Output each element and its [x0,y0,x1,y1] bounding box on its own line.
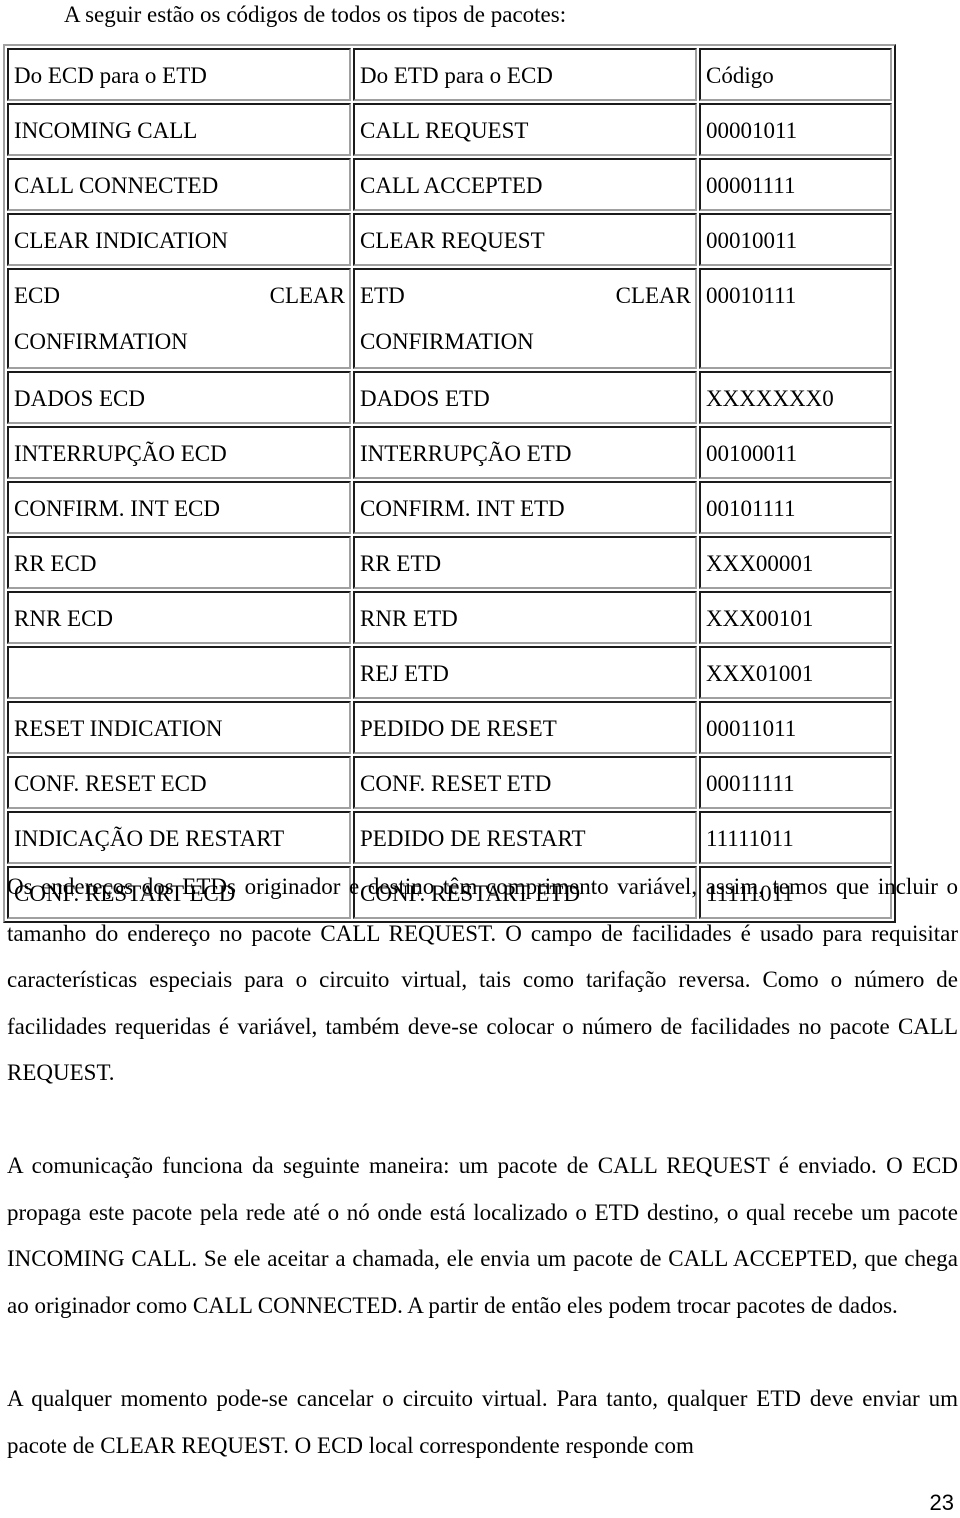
cell-etd-to-ecd: ETD CLEAR CONFIRMATION [353,268,697,369]
table-row: REJ ETD XXX01001 [7,646,892,699]
page-number: 23 [929,1490,954,1515]
table-row: INCOMING CALL CALL REQUEST 00001011 [7,103,892,156]
cell-code: 00010111 [699,268,892,369]
cell-ecd-to-etd: DADOS ECD [7,371,351,424]
cell-etd-to-ecd: CONFIRM. INT ETD [353,481,697,534]
cell-etd-to-ecd: RR ETD [353,536,697,589]
cell-code: 00011011 [699,701,892,754]
table-row: INTERRUPÇÃO ECD INTERRUPÇÃO ETD 00100011 [7,426,892,479]
cell-etd-to-ecd: PEDIDO DE RESET [353,701,697,754]
header-etd-to-ecd: Do ETD para o ECD [353,48,697,101]
cell-etd-to-ecd: DADOS ETD [353,371,697,424]
cell-ecd-to-etd: ECD CLEAR CONFIRMATION [7,268,351,369]
cell-ecd-to-etd: CONF. RESET ECD [7,756,351,809]
cell-ecd-to-etd: RNR ECD [7,591,351,644]
table-row: RESET INDICATION PEDIDO DE RESET 0001101… [7,701,892,754]
cell-code: 00100011 [699,426,892,479]
table-row: CALL CONNECTED CALL ACCEPTED 00001111 [7,158,892,211]
cell-code: 00101111 [699,481,892,534]
cell-etd-to-ecd: RNR ETD [353,591,697,644]
header-ecd-to-etd: Do ECD para o ETD [7,48,351,101]
cell-etd-to-ecd: CALL REQUEST [353,103,697,156]
cell-ecd-to-etd: RESET INDICATION [7,701,351,754]
cell-ecd-to-etd: INTERRUPÇÃO ECD [7,426,351,479]
table-header-row: Do ECD para o ETD Do ETD para o ECD Códi… [7,48,892,101]
cell-etd-to-ecd: REJ ETD [353,646,697,699]
cell-etd-to-ecd: INTERRUPÇÃO ETD [353,426,697,479]
cell-ecd-to-etd [7,646,351,699]
paragraph-cancel: A qualquer momento pode-se cancelar o ci… [7,1386,958,1458]
table-row: RR ECD RR ETD XXX00001 [7,536,892,589]
cell-ecd-to-etd: RR ECD [7,536,351,589]
packet-codes-table: Do ECD para o ETD Do ETD para o ECD Códi… [3,44,896,923]
table-row: INDICAÇÃO DE RESTART PEDIDO DE RESTART 1… [7,811,892,864]
header-code: Código [699,48,892,101]
table-row: ECD CLEAR CONFIRMATION ETD CLEAR CONFIRMAT… [7,268,892,369]
cell-code: XXX00101 [699,591,892,644]
paragraph-addresses: Os endereços dos ETDs originador e desti… [7,874,958,1085]
cell-ecd-to-etd: CONFIRM. INT ECD [7,481,351,534]
table-row: CLEAR INDICATION CLEAR REQUEST 00010011 [7,213,892,266]
cell-code: 00011111 [699,756,892,809]
cell-ecd-to-etd: CALL CONNECTED [7,158,351,211]
table-row: RNR ECD RNR ETD XXX00101 [7,591,892,644]
intro-text: A seguir estão os códigos de todos os ti… [64,2,567,27]
paragraph-communication: A comunicação funciona da seguinte manei… [7,1153,958,1318]
cell-code: 00001111 [699,158,892,211]
cell-etd-to-ecd: CLEAR REQUEST [353,213,697,266]
table-row: CONF. RESET ECD CONF. RESET ETD 00011111 [7,756,892,809]
cell-ecd-to-etd: INDICAÇÃO DE RESTART [7,811,351,864]
cell-code: XXX00001 [699,536,892,589]
cell-text: CLEAR [269,283,345,308]
cell-etd-to-ecd: PEDIDO DE RESTART [353,811,697,864]
table-row: DADOS ECD DADOS ETD XXXXXXX0 [7,371,892,424]
cell-text: CONFIRMATION [14,329,188,354]
table-row: CONFIRM. INT ECD CONFIRM. INT ETD 001011… [7,481,892,534]
cell-code: 00010011 [699,213,892,266]
cell-code: XXX01001 [699,646,892,699]
cell-text: ECD [14,283,60,308]
cell-ecd-to-etd: CLEAR INDICATION [7,213,351,266]
cell-code: 11111011 [699,811,892,864]
cell-text: ETD [360,283,405,308]
cell-text: CLEAR [615,283,691,308]
cell-ecd-to-etd: INCOMING CALL [7,103,351,156]
cell-etd-to-ecd: CALL ACCEPTED [353,158,697,211]
cell-code: XXXXXXX0 [699,371,892,424]
cell-text: CONFIRMATION [360,329,534,354]
cell-etd-to-ecd: CONF. RESET ETD [353,756,697,809]
cell-code: 00001011 [699,103,892,156]
